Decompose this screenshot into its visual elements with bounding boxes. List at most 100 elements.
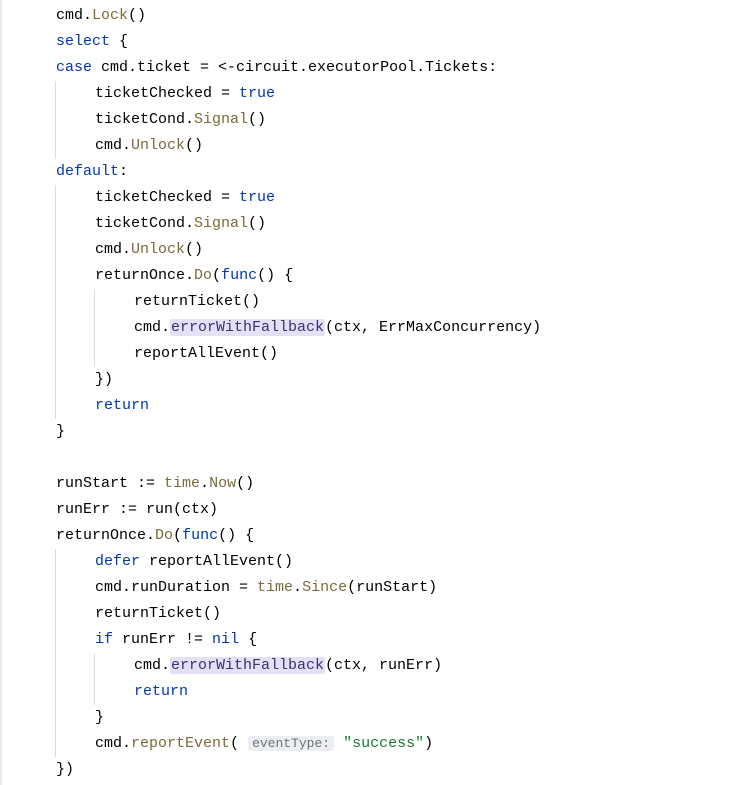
code-line[interactable]: cmd.runDuration = time.Since(runStart)	[16, 575, 734, 601]
code-line[interactable]: case cmd.ticket = <-circuit.executorPool…	[16, 55, 734, 81]
code-token-plain: returnOnce.	[56, 527, 155, 544]
indent-guide	[16, 445, 56, 471]
indent-guide	[55, 185, 95, 211]
indent-guide	[16, 81, 56, 107]
code-token-plain: ()	[248, 111, 266, 128]
indent-guide	[16, 471, 56, 497]
code-token-plain: )	[424, 735, 433, 752]
code-line[interactable]: cmd.Unlock()	[16, 237, 734, 263]
indent-guide	[16, 263, 56, 289]
code-line[interactable]: ticketChecked = true	[16, 81, 734, 107]
indent-guide	[55, 731, 95, 757]
indent-guide	[16, 653, 56, 679]
indent-guide	[55, 81, 95, 107]
code-line[interactable]: cmd.errorWithFallback(ctx, runErr)	[16, 653, 734, 679]
code-token-kw: select	[56, 33, 110, 50]
code-line[interactable]: })	[16, 757, 734, 783]
code-token-method: Lock	[92, 7, 128, 24]
indent-guide	[16, 757, 56, 783]
indent-guide	[16, 627, 56, 653]
code-token-bool: true	[239, 189, 275, 206]
code-token-method: Now	[209, 475, 236, 492]
code-token-plain: ()	[185, 241, 203, 258]
code-line[interactable]: returnTicket()	[16, 289, 734, 315]
code-token-method: Unlock	[131, 241, 185, 258]
indent-guide	[16, 237, 56, 263]
code-line[interactable]: if runErr != nil {	[16, 627, 734, 653]
indent-guide	[16, 3, 56, 29]
code-line[interactable]: cmd.reportEvent( eventType: "success")	[16, 731, 734, 757]
code-token-plain: () {	[257, 267, 293, 284]
code-token-kw: default	[56, 163, 119, 180]
indent-guide	[16, 497, 56, 523]
indent-guide	[16, 367, 56, 393]
code-token-kw: return	[95, 397, 149, 414]
code-token-plain: cmd.	[95, 241, 131, 258]
code-line[interactable]: cmd.Unlock()	[16, 133, 734, 159]
code-token-plain: (	[230, 735, 248, 752]
code-line[interactable]: returnOnce.Do(func() {	[16, 523, 734, 549]
indent-guide	[55, 705, 95, 731]
code-token-str: "success"	[343, 735, 424, 752]
code-token-plain: ticketChecked =	[95, 85, 239, 102]
code-token-plain: })	[95, 371, 113, 388]
code-token-plain: cmd.	[95, 735, 131, 752]
code-line[interactable]: returnOnce.Do(func() {	[16, 263, 734, 289]
code-token-plain: (	[173, 527, 182, 544]
indent-guide	[16, 211, 56, 237]
code-token-plain: reportAllEvent()	[134, 345, 278, 362]
code-token-plain: ticketCond.	[95, 111, 194, 128]
code-token-plain: returnTicket()	[95, 605, 221, 622]
code-line[interactable]: ticketCond.Signal()	[16, 107, 734, 133]
indent-guide	[55, 653, 95, 679]
indent-guide	[55, 237, 95, 263]
indent-guide	[16, 107, 56, 133]
code-line[interactable]: }	[16, 705, 734, 731]
indent-guide	[55, 315, 95, 341]
code-line[interactable]: reportAllEvent()	[16, 341, 734, 367]
indent-guide	[16, 55, 56, 81]
code-token-kw: if	[95, 631, 113, 648]
indent-guide	[94, 653, 134, 679]
code-token-plain: runErr := run(ctx)	[56, 501, 218, 518]
code-token-plain: cmd.	[134, 657, 170, 674]
code-token-plain: cmd.	[95, 137, 131, 154]
code-token-kw: case	[56, 59, 92, 76]
indent-guide	[55, 289, 95, 315]
code-token-kw: defer	[95, 553, 140, 570]
code-block[interactable]: cmd.Lock()select {case cmd.ticket = <-ci…	[16, 3, 734, 783]
code-line[interactable]: runStart := time.Now()	[16, 471, 734, 497]
code-token-plain: () {	[218, 527, 254, 544]
code-line[interactable]: cmd.errorWithFallback(ctx, ErrMaxConcurr…	[16, 315, 734, 341]
code-viewport: cmd.Lock()select {case cmd.ticket = <-ci…	[0, 0, 734, 785]
code-token-plain: (ctx, ErrMaxConcurrency)	[325, 319, 541, 336]
code-line[interactable]: }	[16, 419, 734, 445]
code-line[interactable]: select {	[16, 29, 734, 55]
code-line[interactable]: })	[16, 367, 734, 393]
code-line[interactable]: return	[16, 393, 734, 419]
code-line[interactable]: cmd.Lock()	[16, 3, 734, 29]
indent-guide	[16, 315, 56, 341]
code-token-plain: {	[239, 631, 257, 648]
code-token-plain: }	[56, 423, 65, 440]
code-token-plain: ()	[185, 137, 203, 154]
code-line[interactable]: ticketChecked = true	[16, 185, 734, 211]
indent-guide	[55, 341, 95, 367]
indent-guide	[16, 679, 56, 705]
code-line[interactable]: ticketCond.Signal()	[16, 211, 734, 237]
code-line[interactable]: return	[16, 679, 734, 705]
code-line[interactable]: defer reportAllEvent()	[16, 549, 734, 575]
indent-guide	[55, 627, 95, 653]
code-line[interactable]: returnTicket()	[16, 601, 734, 627]
code-line[interactable]: runErr := run(ctx)	[16, 497, 734, 523]
code-token-plain: runStart :=	[56, 475, 164, 492]
code-token-plain: cmd.	[134, 319, 170, 336]
indent-guide	[94, 679, 134, 705]
indent-guide	[55, 575, 95, 601]
code-token-method: reportEvent	[131, 735, 230, 752]
code-token-method: Unlock	[131, 137, 185, 154]
code-token-plain: returnTicket()	[134, 293, 260, 310]
code-line[interactable]	[16, 445, 734, 471]
code-line[interactable]: default:	[16, 159, 734, 185]
code-token-kw: func	[221, 267, 257, 284]
